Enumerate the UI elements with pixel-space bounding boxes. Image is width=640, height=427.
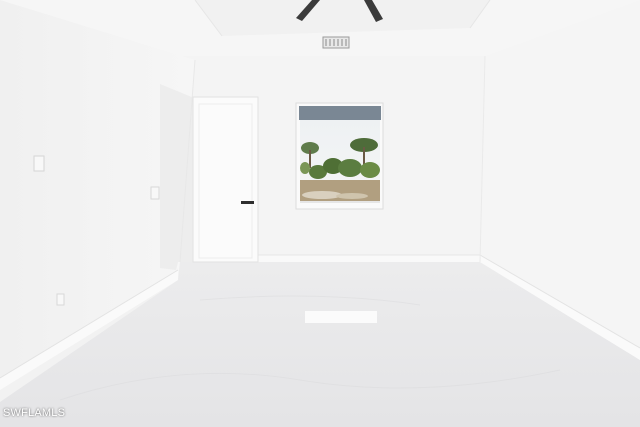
floor-reflection [305, 311, 377, 323]
room-photo: SWFLAMLS [0, 0, 640, 427]
outlet [56, 293, 65, 306]
air-vent [322, 36, 350, 49]
wall-plate [150, 186, 160, 200]
light-switch [33, 155, 45, 172]
door-handle[interactable] [241, 201, 254, 204]
interior-door[interactable] [192, 96, 259, 263]
watermark-text: SWFLAMLS [3, 407, 66, 419]
window [295, 102, 384, 210]
baseboard-back [258, 255, 480, 262]
